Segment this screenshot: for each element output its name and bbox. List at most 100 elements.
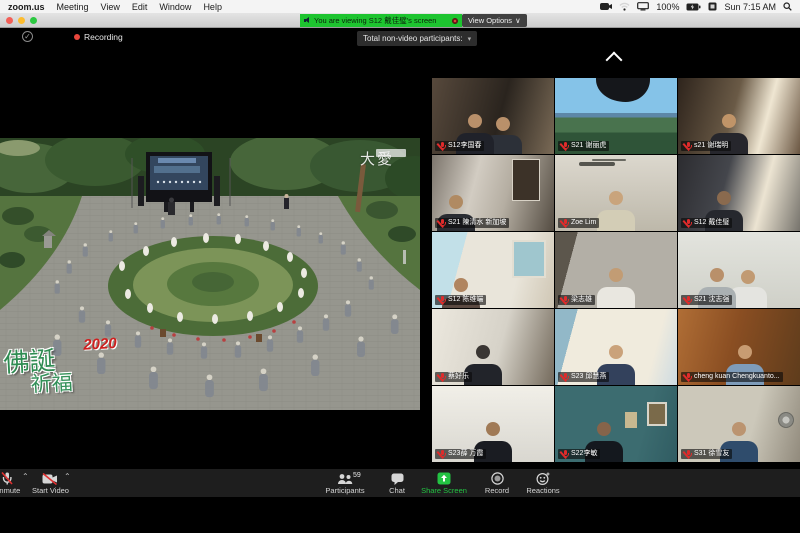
close-window-button[interactable]: [6, 17, 13, 24]
video-options-caret[interactable]: ⌃: [64, 472, 71, 481]
participant-name: S12 戴佳璧: [694, 218, 729, 228]
participants-count-badge: 59: [353, 472, 361, 479]
share-screen-button[interactable]: Share Screen: [418, 469, 470, 495]
participant-name: 蔡好乐: [448, 372, 469, 382]
participant-tile[interactable]: S12 陈维端: [432, 232, 554, 308]
recording-indicator: Recording: [74, 32, 123, 42]
reactions-smiley-icon: [536, 472, 550, 485]
mic-muted-icon: [684, 450, 691, 459]
mic-muted-icon: [1, 472, 13, 485]
mic-muted-icon: [438, 450, 445, 459]
daai-tv-watermark: 大愛: [360, 148, 394, 169]
view-options-label: View Options: [468, 16, 512, 25]
mic-muted-icon: [561, 373, 568, 382]
mic-options-caret[interactable]: ⌃: [22, 472, 29, 481]
camera-status-icon[interactable]: [600, 2, 612, 11]
menu-edit[interactable]: Edit: [132, 2, 148, 12]
participant-tile[interactable]: S23薛 万霞: [432, 386, 554, 462]
chevron-down-icon: ∨: [515, 16, 521, 25]
participant-name: Zoe Lim: [571, 218, 596, 228]
dropdown-arrow-icon: ▾: [468, 35, 472, 43]
participant-silhouette: [593, 268, 639, 308]
battery-percent: 100%: [656, 2, 679, 12]
meeting-toolbar: Unmute ⌃ Start Video ⌃ 59 Partic: [0, 469, 800, 497]
participant-gallery: S12李国春 S21 谢丽虎 s21 谢瑞明 S21 陳清水 新加坡 Zoe L…: [432, 78, 800, 462]
participant-tile[interactable]: S12 戴佳璧: [678, 155, 800, 231]
participant-name: S23 邱慧燕: [571, 372, 606, 382]
mic-muted-icon: [438, 142, 445, 151]
participant-name: S21 谢丽虎: [571, 141, 606, 151]
participant-tile[interactable]: S12李国春: [432, 78, 554, 154]
participant-name: cheng kuan Chengkuanto...: [694, 372, 780, 382]
minimize-window-button[interactable]: [18, 17, 25, 24]
menu-meeting[interactable]: Meeting: [57, 2, 89, 12]
title-line2: 祈福: [30, 370, 117, 395]
participant-name: S31 徐雪友: [694, 449, 729, 459]
encryption-shield-icon[interactable]: ✓: [22, 31, 33, 42]
mic-muted-icon: [684, 219, 691, 228]
watermark-badge: [376, 149, 406, 157]
screen: zoom.us Meeting View Edit Window Help 10…: [0, 0, 800, 533]
reactions-button[interactable]: Reactions: [522, 469, 564, 495]
mic-muted-icon: [561, 296, 568, 305]
input-source-icon[interactable]: [708, 2, 717, 11]
participant-tile[interactable]: S21 谢丽虎: [555, 78, 677, 154]
menu-app-name[interactable]: zoom.us: [8, 2, 45, 12]
menu-help[interactable]: Help: [203, 2, 222, 12]
participants-button[interactable]: 59 Participants: [322, 469, 368, 495]
chat-button[interactable]: Chat: [382, 469, 412, 495]
menu-window[interactable]: Window: [159, 2, 191, 12]
participant-name: S21 陳清水 新加坡: [448, 218, 506, 228]
viewing-screen-banner: You are viewing S12 戴佳璧's screen: [300, 14, 462, 27]
menu-clock[interactable]: Sun 7:15 AM: [724, 2, 776, 12]
camera-muted-icon: [42, 473, 58, 485]
participant-tile[interactable]: cheng kuan Chengkuanto...: [678, 309, 800, 385]
recording-dot-icon: [74, 34, 80, 40]
menu-view[interactable]: View: [101, 2, 120, 12]
view-options-button[interactable]: View Options ∨: [462, 14, 527, 27]
participant-tile[interactable]: S21 沈志强: [678, 232, 800, 308]
title-year: 2020: [83, 336, 117, 353]
participant-tile[interactable]: S22李敏: [555, 386, 677, 462]
record-button[interactable]: Record: [480, 469, 514, 495]
participant-tile[interactable]: S21 陳清水 新加坡: [432, 155, 554, 231]
participant-tile[interactable]: s21 谢瑞明: [678, 78, 800, 154]
participant-name: S12李国春: [448, 141, 481, 151]
unmute-button[interactable]: Unmute: [0, 469, 20, 495]
speaker-icon: [304, 17, 311, 24]
participant-tile[interactable]: 蔡好乐: [432, 309, 554, 385]
spotlight-search-icon[interactable]: [783, 2, 792, 11]
gallery-scroll-up-chevron-icon[interactable]: [606, 52, 628, 64]
nonvideo-participants-dropdown[interactable]: Total non-video participants: ▾: [357, 31, 477, 46]
mic-muted-icon: [438, 373, 445, 382]
mic-muted-icon: [561, 219, 568, 228]
banner-message: You are viewing S12 戴佳璧's screen: [314, 15, 436, 26]
display-mirroring-icon[interactable]: [637, 2, 649, 11]
nonvideo-label: Total non-video participants:: [363, 34, 463, 43]
participant-name: S22李敏: [571, 449, 597, 459]
zoom-window-button[interactable]: [30, 17, 37, 24]
participant-name: s21 谢瑞明: [694, 141, 728, 151]
recording-label: Recording: [84, 32, 123, 42]
mic-muted-icon: [438, 296, 445, 305]
participant-tile[interactable]: S23 邱慧燕: [555, 309, 677, 385]
participants-icon: [337, 473, 353, 485]
mic-muted-icon: [561, 450, 568, 459]
participant-tile[interactable]: S31 徐雪友: [678, 386, 800, 462]
wifi-icon[interactable]: [619, 2, 630, 11]
participant-tile[interactable]: 梁志雄: [555, 232, 677, 308]
shared-screen-video: 大愛 佛誕 祈福 2020: [0, 138, 420, 410]
participant-name: S12 陈维端: [448, 295, 483, 305]
participant-name: S23薛 万霞: [448, 449, 483, 459]
participant-tile[interactable]: Zoe Lim: [555, 155, 677, 231]
macos-menu-bar: zoom.us Meeting View Edit Window Help 10…: [0, 0, 800, 13]
mic-muted-icon: [438, 219, 445, 228]
record-indicator-icon: [452, 18, 458, 24]
mic-muted-icon: [684, 296, 691, 305]
mic-muted-icon: [684, 142, 691, 151]
participant-name: 梁志雄: [571, 295, 592, 305]
mic-muted-icon: [561, 142, 568, 151]
battery-icon[interactable]: [686, 3, 701, 11]
mic-muted-icon: [684, 373, 691, 382]
share-screen-icon: [437, 472, 451, 485]
